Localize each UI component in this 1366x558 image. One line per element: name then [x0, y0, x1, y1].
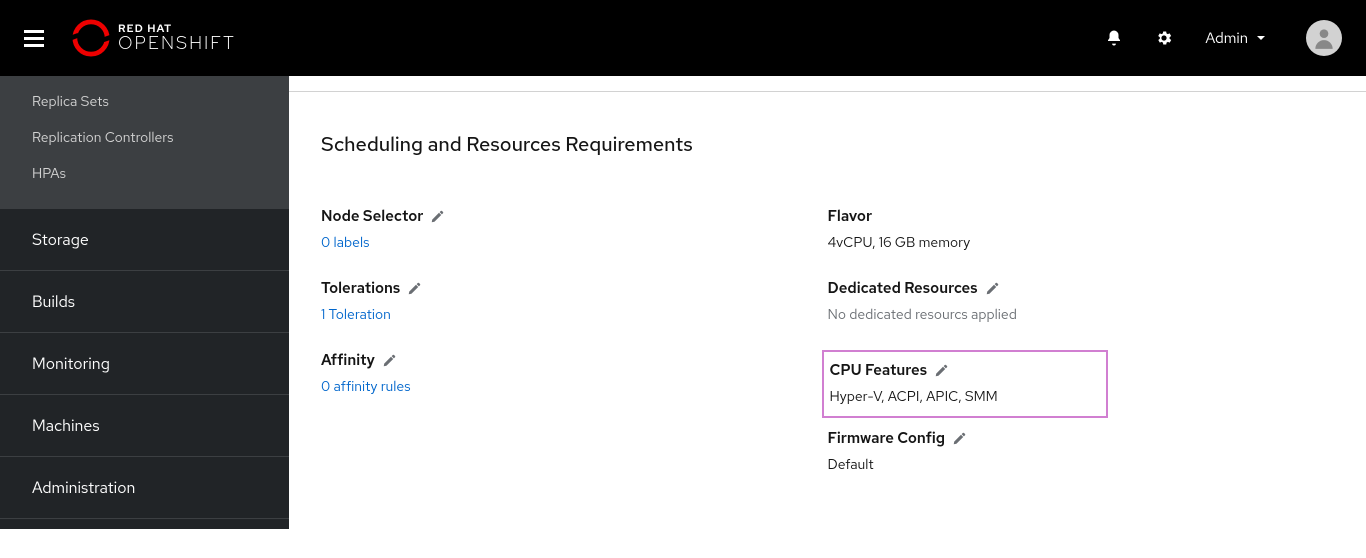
caret-down-icon — [1256, 33, 1266, 43]
edit-node-selector-icon[interactable] — [431, 210, 444, 223]
right-column: Flavor 4vCPU, 16 GB memory Dedicated Res… — [828, 206, 1335, 500]
flavor-value: 4vCPU, 16 GB memory — [828, 234, 1335, 252]
tab-divider — [289, 76, 1366, 92]
tolerations-field: Tolerations 1 Toleration — [321, 278, 828, 324]
avatar-icon — [1311, 25, 1337, 51]
edit-tolerations-icon[interactable] — [408, 282, 421, 295]
edit-cpu-features-icon[interactable] — [935, 364, 948, 377]
sidebar-subsection: Replica Sets Replication Controllers HPA… — [0, 76, 289, 208]
edit-firmware-config-icon[interactable] — [953, 432, 966, 445]
brand-bottom: OPENSHIFT — [118, 35, 236, 53]
affinity-label: Affinity — [321, 350, 375, 370]
node-selector-label: Node Selector — [321, 206, 423, 226]
cpu-features-value: Hyper-V, ACPI, APIC, SMM — [830, 388, 1100, 406]
affinity-value[interactable]: 0 affinity rules — [321, 378, 828, 396]
brand-text: RED HAT OPENSHIFT — [118, 24, 236, 53]
sidebar-item-builds[interactable]: Builds — [0, 270, 289, 332]
node-selector-value[interactable]: 0 labels — [321, 234, 828, 252]
notifications-bell-icon[interactable] — [1105, 29, 1123, 47]
left-column: Node Selector 0 labels Tolerations 1 Tol… — [321, 206, 828, 500]
firmware-config-label: Firmware Config — [828, 428, 946, 448]
sidebar-spacer — [0, 518, 289, 558]
sidebar-item-administration[interactable]: Administration — [0, 456, 289, 518]
cpu-features-label: CPU Features — [830, 360, 928, 380]
tolerations-value[interactable]: 1 Toleration — [321, 306, 828, 324]
affinity-field: Affinity 0 affinity rules — [321, 350, 828, 396]
masthead: RED HAT OPENSHIFT Admin — [0, 0, 1366, 76]
firmware-config-field: Firmware Config Default — [828, 428, 1335, 474]
firmware-config-value: Default — [828, 456, 1335, 474]
hamburger-menu-button[interactable] — [24, 26, 48, 50]
dedicated-resources-field: Dedicated Resources No dedicated resourc… — [828, 278, 1335, 324]
user-label: Admin — [1205, 28, 1248, 48]
sidebar-item-machines[interactable]: Machines — [0, 394, 289, 456]
dedicated-resources-value: No dedicated resourcs applied — [828, 306, 1335, 324]
sidebar-nav: Replica Sets Replication Controllers HPA… — [0, 76, 289, 529]
cpu-features-field: CPU Features Hyper-V, ACPI, APIC, SMM — [830, 360, 1100, 406]
sidebar-item-replication-controllers[interactable]: Replication Controllers — [0, 120, 289, 156]
openshift-logo-icon — [72, 19, 110, 57]
dedicated-resources-label: Dedicated Resources — [828, 278, 978, 298]
sidebar-item-monitoring[interactable]: Monitoring — [0, 332, 289, 394]
edit-dedicated-resources-icon[interactable] — [986, 282, 999, 295]
cpu-features-highlight: CPU Features Hyper-V, ACPI, APIC, SMM — [822, 350, 1108, 418]
main-content: Scheduling and Resources Requirements No… — [289, 76, 1366, 529]
settings-gear-icon[interactable] — [1155, 29, 1173, 47]
tolerations-label: Tolerations — [321, 278, 400, 298]
brand-logo[interactable]: RED HAT OPENSHIFT — [72, 19, 236, 57]
section-title: Scheduling and Resources Requirements — [321, 132, 1334, 158]
sidebar-item-storage[interactable]: Storage — [0, 208, 289, 270]
node-selector-field: Node Selector 0 labels — [321, 206, 828, 252]
edit-affinity-icon[interactable] — [383, 354, 396, 367]
sidebar-item-hpas[interactable]: HPAs — [0, 156, 289, 192]
user-avatar[interactable] — [1306, 20, 1342, 56]
flavor-label: Flavor — [828, 206, 873, 226]
sidebar-item-replica-sets[interactable]: Replica Sets — [0, 84, 289, 120]
user-menu-toggle[interactable]: Admin — [1205, 28, 1266, 48]
flavor-field: Flavor 4vCPU, 16 GB memory — [828, 206, 1335, 252]
